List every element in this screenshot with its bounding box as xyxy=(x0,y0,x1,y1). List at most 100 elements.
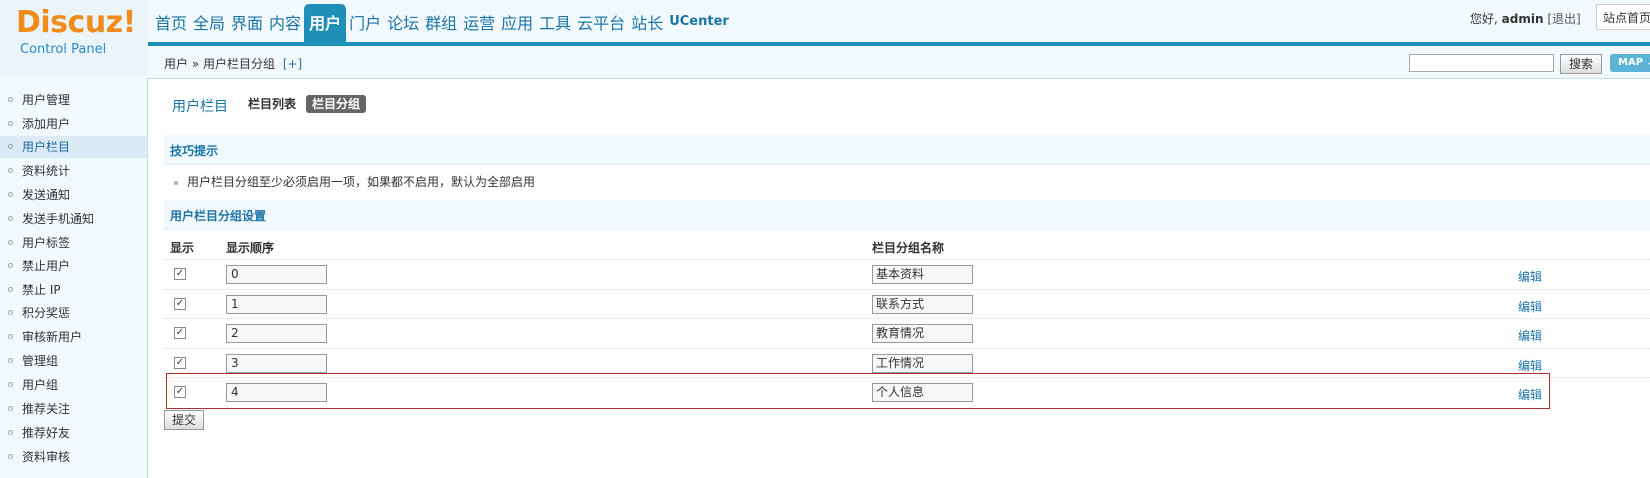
table-row: ✓ 1 联系方式 编辑 xyxy=(164,289,1650,320)
nav-style[interactable]: 界面 xyxy=(228,14,266,42)
tab-column-list[interactable]: 栏目列表 xyxy=(248,95,296,113)
bullet-icon xyxy=(8,97,13,102)
group-name-input[interactable]: 工作情况 xyxy=(872,354,973,373)
order-input[interactable]: 3 xyxy=(226,354,327,373)
sidebar-item-user-profile[interactable]: 用户栏目 xyxy=(0,136,147,158)
sidebar-item-label: 发送通知 xyxy=(22,188,71,202)
edit-link[interactable]: 编辑 xyxy=(1518,298,1542,315)
nav-portal[interactable]: 门户 xyxy=(346,14,384,42)
sidebar-item-recommend-friend[interactable]: 推荐好友 xyxy=(0,422,147,444)
group-name-input[interactable]: 基本资料 xyxy=(872,265,973,284)
logo-subtitle: Control Panel xyxy=(20,42,107,57)
sidebar-item-label: 禁止 IP xyxy=(22,283,61,297)
nav-ucenter[interactable]: UCenter xyxy=(666,12,732,42)
nav-global[interactable]: 全局 xyxy=(190,14,228,42)
sidebar-item-label: 审核新用户 xyxy=(22,330,83,344)
sidebar-item-moderate-new[interactable]: 审核新用户 xyxy=(0,326,147,348)
greeting: 您好, xyxy=(1470,12,1498,26)
bullet-icon xyxy=(8,287,13,292)
nav-home[interactable]: 首页 xyxy=(152,14,190,42)
tips-title: 技巧提示 xyxy=(170,144,219,158)
sidebar-item-label: 添加用户 xyxy=(22,117,71,131)
bullet-icon xyxy=(8,382,13,387)
sidebar-item-notice[interactable]: 发送通知 xyxy=(0,184,147,206)
tips-header: 技巧提示 xyxy=(164,135,1650,165)
logout-link[interactable]: [退出] xyxy=(1547,12,1580,26)
bullet-icon xyxy=(8,358,13,363)
bullet-icon xyxy=(8,310,13,315)
col-show: 显示 xyxy=(170,241,195,255)
sidebar-item-label: 资料统计 xyxy=(22,164,71,178)
nav-operation[interactable]: 运营 xyxy=(460,14,498,42)
bullet-icon xyxy=(8,454,13,459)
show-checkbox[interactable]: ✓ xyxy=(174,298,186,310)
nav-tools[interactable]: 工具 xyxy=(536,14,574,42)
nav-founder[interactable]: 站长 xyxy=(628,14,666,42)
group-name-input[interactable]: 联系方式 xyxy=(872,295,973,314)
col-group-name: 栏目分组名称 xyxy=(872,241,945,255)
nav-user[interactable]: 用户 xyxy=(304,4,347,42)
nav-plugin[interactable]: 应用 xyxy=(498,14,536,42)
sidebar-item-user-group[interactable]: 用户组 xyxy=(0,374,147,396)
submit-button[interactable]: 提交 xyxy=(164,410,204,430)
nav-content[interactable]: 内容 xyxy=(266,14,304,42)
sidebar-item-recommend-follow[interactable]: 推荐关注 xyxy=(0,398,147,420)
sidebar-item-ban-user[interactable]: 禁止用户 xyxy=(0,255,147,277)
show-checkbox[interactable]: ✓ xyxy=(174,268,186,280)
search-button[interactable]: 搜索 xyxy=(1560,54,1602,74)
user-bar: 您好, admin [退出] xyxy=(1470,10,1581,27)
show-checkbox[interactable]: ✓ xyxy=(174,357,186,369)
sidebar-item-user-manage[interactable]: 用户管理 xyxy=(0,89,147,111)
sidebar-item-stats[interactable]: 资料统计 xyxy=(0,160,147,182)
order-input[interactable]: 2 xyxy=(226,324,327,343)
tab-column-group[interactable]: 栏目分组 xyxy=(306,95,367,113)
tip-item: 用户栏目分组至少必须启用一项，如果都不启用，默认为全部启用 xyxy=(174,173,535,190)
bullet-icon xyxy=(8,430,13,435)
bullet-icon xyxy=(8,263,13,268)
bullet-icon xyxy=(174,180,178,185)
sidebar: 用户管理 添加用户 用户栏目 资料统计 发送通知 发送手机通知 用户标签 禁止用… xyxy=(0,78,148,478)
table-row: ✓ 0 基本资料 编辑 xyxy=(164,259,1650,290)
order-input[interactable]: 0 xyxy=(226,265,327,284)
sidebar-item-add-user[interactable]: 添加用户 xyxy=(0,113,147,135)
sidebar-item-ban-ip[interactable]: 禁止 IP xyxy=(0,279,147,301)
show-checkbox[interactable]: ✓ xyxy=(174,327,186,339)
bullet-icon xyxy=(8,192,13,197)
nav-forum[interactable]: 论坛 xyxy=(384,14,422,42)
edit-link[interactable]: 编辑 xyxy=(1518,268,1542,285)
logo-brand: Discuz! xyxy=(16,5,136,40)
bullet-icon xyxy=(8,216,13,221)
username: admin xyxy=(1501,12,1544,26)
sidebar-item-label: 禁止用户 xyxy=(22,259,71,273)
group-name-input[interactable]: 教育情况 xyxy=(872,324,973,343)
sidebar-item-label: 用户栏目 xyxy=(22,140,71,154)
nav-cloud[interactable]: 云平台 xyxy=(574,14,628,42)
sidebar-item-admin-group[interactable]: 管理组 xyxy=(0,350,147,372)
sidebar-item-label: 积分奖惩 xyxy=(22,306,71,320)
bullet-icon xyxy=(8,121,13,126)
bullet-icon xyxy=(8,240,13,245)
order-input[interactable]: 1 xyxy=(226,295,327,314)
add-shortcut-link[interactable]: [+] xyxy=(283,57,302,71)
site-home-button[interactable]: 站点首页 xyxy=(1596,4,1650,30)
bullet-icon xyxy=(8,334,13,339)
col-order: 显示顺序 xyxy=(226,241,275,255)
map-button[interactable]: MAP ↓ xyxy=(1610,54,1650,72)
sidebar-item-tags[interactable]: 用户标签 xyxy=(0,232,147,254)
sidebar-item-mobile-notice[interactable]: 发送手机通知 xyxy=(0,208,147,230)
sidebar-item-label: 管理组 xyxy=(22,354,59,368)
nav-group[interactable]: 群组 xyxy=(422,14,460,42)
settings-header: 用户栏目分组设置 xyxy=(164,200,1650,230)
selected-row-outline xyxy=(166,373,1550,409)
sidebar-item-label: 用户组 xyxy=(22,378,59,392)
edit-link[interactable]: 编辑 xyxy=(1518,327,1542,344)
sidebar-item-verify[interactable]: 资料审核 xyxy=(0,446,147,468)
search-input[interactable] xyxy=(1409,54,1554,72)
logo[interactable]: Discuz! Control Panel xyxy=(0,0,148,77)
main-nav: 首页 全局 界面 内容 用户 门户 论坛 群组 运营 应用 工具 云平台 站长 … xyxy=(152,0,732,42)
breadcrumb-path: 用户 » 用户栏目分组 xyxy=(164,57,275,71)
sidebar-item-label: 资料审核 xyxy=(22,450,71,464)
breadcrumb: 用户 » 用户栏目分组 [+] xyxy=(164,55,302,72)
edit-link[interactable]: 编辑 xyxy=(1518,357,1542,374)
sidebar-item-credits[interactable]: 积分奖惩 xyxy=(0,302,147,324)
